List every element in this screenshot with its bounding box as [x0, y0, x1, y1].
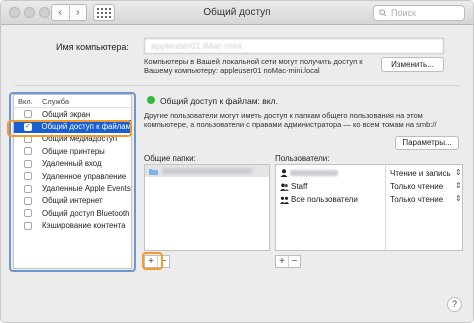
- service-row[interactable]: Общие принтеры: [14, 145, 131, 157]
- updown-arrows-icon: ⇕: [455, 168, 462, 177]
- permission-select[interactable]: Чтение и запись ⇕: [390, 168, 462, 178]
- everyone-icon: [280, 196, 289, 204]
- user-name-blurred: [290, 170, 338, 176]
- status-description: Другие пользователи могут иметь доступ к…: [144, 111, 437, 129]
- service-row[interactable]: Общий доступ Bluetooth: [14, 207, 131, 219]
- permission-value: Только чтение: [390, 195, 444, 204]
- service-row[interactable]: Кэширование контента: [14, 220, 131, 232]
- permission-value: Только чтение: [390, 182, 444, 191]
- service-row[interactable]: Удаленный вход: [14, 158, 131, 170]
- service-label: Удаленное управление: [42, 171, 127, 181]
- users-label: Пользователи:: [275, 154, 330, 163]
- service-label: Общий интернет: [42, 196, 103, 206]
- service-row[interactable]: Удаленные Apple Events: [14, 182, 131, 194]
- permission-select[interactable]: Только чтение ⇕: [390, 194, 462, 204]
- service-list-header: Вкл. Служба: [14, 95, 131, 108]
- search-icon: [379, 9, 387, 17]
- user-icon: [280, 169, 288, 177]
- status-text: Общий доступ к файлам: вкл.: [160, 96, 278, 106]
- titlebar: ‹ › Общий доступ Поиск: [1, 1, 473, 25]
- service-label: Удаленные Apple Events: [42, 184, 131, 194]
- updown-arrows-icon: ⇕: [455, 181, 462, 190]
- users-list[interactable]: Чтение и запись ⇕ Staff Только чтение ⇕: [275, 164, 463, 251]
- service-label: Общий экран: [42, 109, 91, 119]
- computer-name-label: Имя компьютера:: [56, 42, 129, 52]
- folder-name: [162, 168, 252, 174]
- service-checkbox[interactable]: [24, 159, 32, 168]
- change-name-button[interactable]: Изменить...: [381, 57, 444, 72]
- add-user-button[interactable]: +: [276, 256, 288, 267]
- service-label: Кэширование контента: [42, 221, 126, 231]
- user-name: Staff: [291, 182, 308, 191]
- service-row[interactable]: Общий интернет: [14, 195, 131, 207]
- user-add-remove-buttons: + −: [275, 255, 301, 268]
- service-label: Удаленный вход: [42, 159, 102, 169]
- user-row[interactable]: Чтение и запись ⇕: [276, 168, 462, 180]
- service-checkbox[interactable]: [24, 172, 32, 181]
- search-input[interactable]: Поиск: [373, 5, 465, 21]
- section-divider: [15, 85, 461, 86]
- permission-select[interactable]: Только чтение ⇕: [390, 181, 462, 191]
- folder-row[interactable]: [145, 165, 269, 177]
- updown-arrows-icon: ⇕: [455, 194, 462, 203]
- permission-value: Чтение и запись: [390, 169, 451, 178]
- service-row[interactable]: Удаленное управление: [14, 170, 131, 182]
- help-button[interactable]: ?: [447, 297, 462, 312]
- service-checkbox[interactable]: [24, 221, 32, 230]
- options-button[interactable]: Параметры...: [395, 136, 459, 150]
- service-checkbox[interactable]: [24, 184, 32, 193]
- service-label: Общие принтеры: [42, 146, 105, 156]
- computer-name-field[interactable]: appleuser01 iMac-mini: [144, 38, 444, 54]
- group-icon: [280, 183, 289, 191]
- shared-folders-list[interactable]: [144, 164, 270, 251]
- status-indicator-icon: [147, 96, 155, 104]
- remove-user-button[interactable]: −: [288, 256, 300, 267]
- user-name: Все пользователи: [291, 195, 358, 204]
- service-checkbox[interactable]: [24, 209, 32, 218]
- header-service: Служба: [42, 97, 70, 106]
- add-folder-highlight: [142, 252, 163, 270]
- selected-service-highlight: [7, 120, 132, 137]
- folder-icon: [149, 168, 158, 175]
- header-on: Вкл.: [18, 97, 33, 106]
- sharing-window: ‹ › Общий доступ Поиск Имя компьютера: a…: [0, 0, 474, 323]
- service-checkbox[interactable]: [24, 147, 32, 156]
- service-checkbox[interactable]: [24, 196, 32, 205]
- service-checkbox[interactable]: [24, 110, 32, 119]
- computer-description: Компьютеры в Вашей локальной сети могут …: [144, 57, 363, 75]
- user-row[interactable]: Все пользователи Только чтение ⇕: [276, 194, 462, 206]
- service-label: Общий доступ Bluetooth: [42, 208, 130, 218]
- search-placeholder: Поиск: [391, 8, 416, 18]
- service-row[interactable]: Общий экран: [14, 108, 131, 120]
- user-row[interactable]: Staff Только чтение ⇕: [276, 181, 462, 193]
- shared-folders-label: Общие папки:: [144, 154, 196, 163]
